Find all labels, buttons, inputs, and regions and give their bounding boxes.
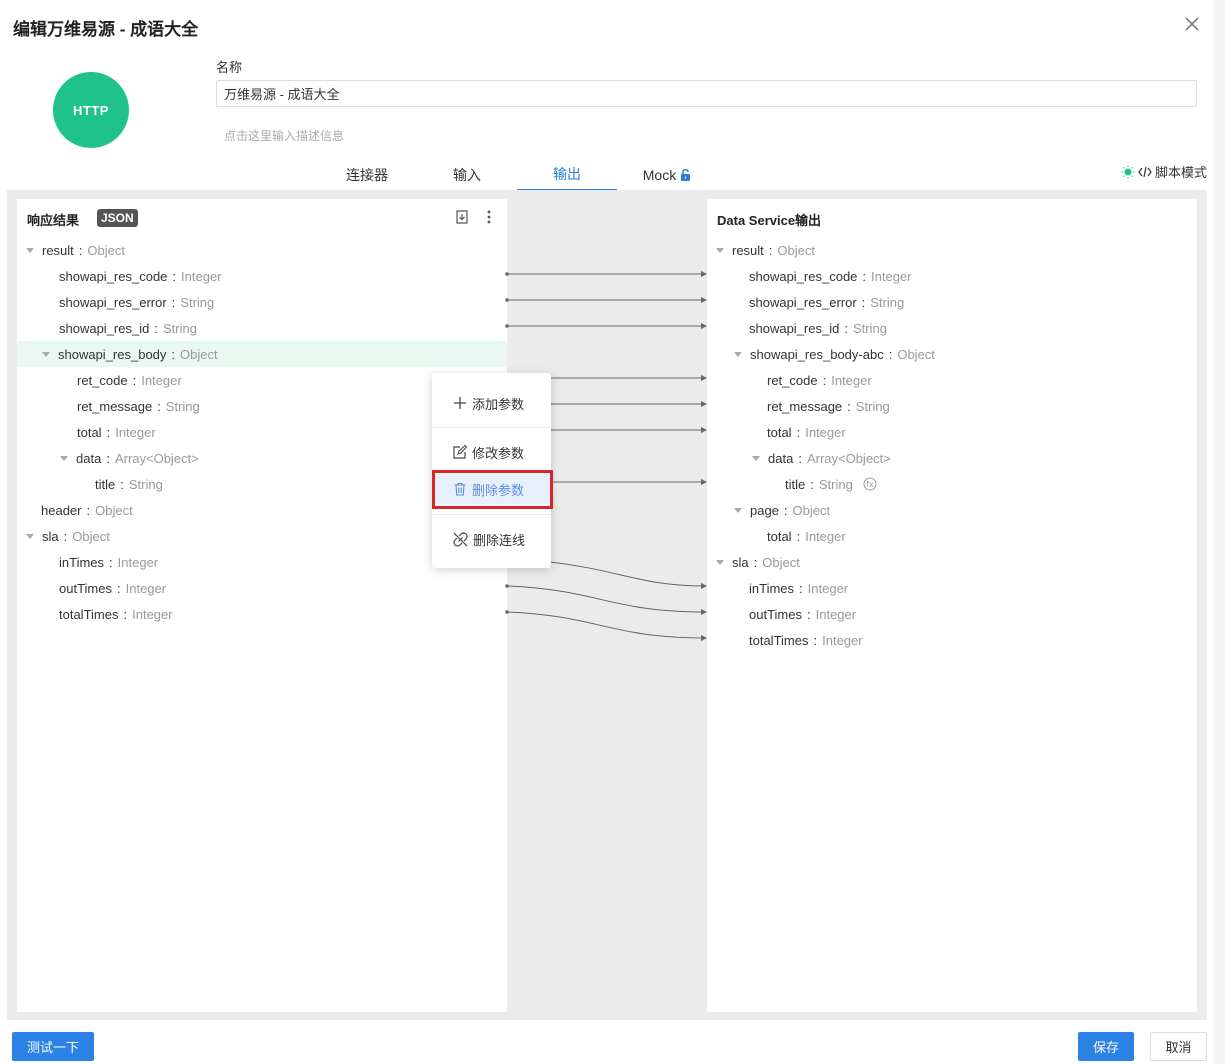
cancel-button[interactable]: 取消 xyxy=(1150,1032,1207,1061)
unlink-icon xyxy=(453,531,468,547)
mapping-line xyxy=(549,561,707,589)
test-button[interactable]: 测试一下 xyxy=(12,1032,94,1061)
mapping-lines xyxy=(505,271,707,641)
edit-param-label: 修改参数 xyxy=(472,445,525,461)
edit-icon xyxy=(453,445,467,459)
edit-param-menu-item[interactable]: 修改参数 xyxy=(432,437,551,467)
save-button[interactable]: 保存 xyxy=(1078,1032,1134,1061)
add-param-menu-item[interactable]: 添加参数 xyxy=(432,388,551,418)
delete-line-label: 删除连线 xyxy=(473,532,526,548)
plus-icon xyxy=(454,397,466,409)
window-scrollbar[interactable] xyxy=(1213,0,1225,1064)
menu-divider xyxy=(432,427,551,428)
menu-divider xyxy=(432,514,551,515)
delete-line-menu-item[interactable]: 删除连线 xyxy=(432,524,551,554)
delete-param-menu-item[interactable]: 删除参数 xyxy=(432,474,551,504)
add-param-label: 添加参数 xyxy=(472,396,525,412)
menu-divider xyxy=(432,470,551,471)
mapping-line xyxy=(506,611,707,641)
delete-param-label: 删除参数 xyxy=(472,482,525,498)
mapping-line xyxy=(506,585,707,615)
context-menu: 添加参数 修改参数 删除参数 删除连线 xyxy=(432,373,551,568)
trash-icon xyxy=(454,482,466,496)
